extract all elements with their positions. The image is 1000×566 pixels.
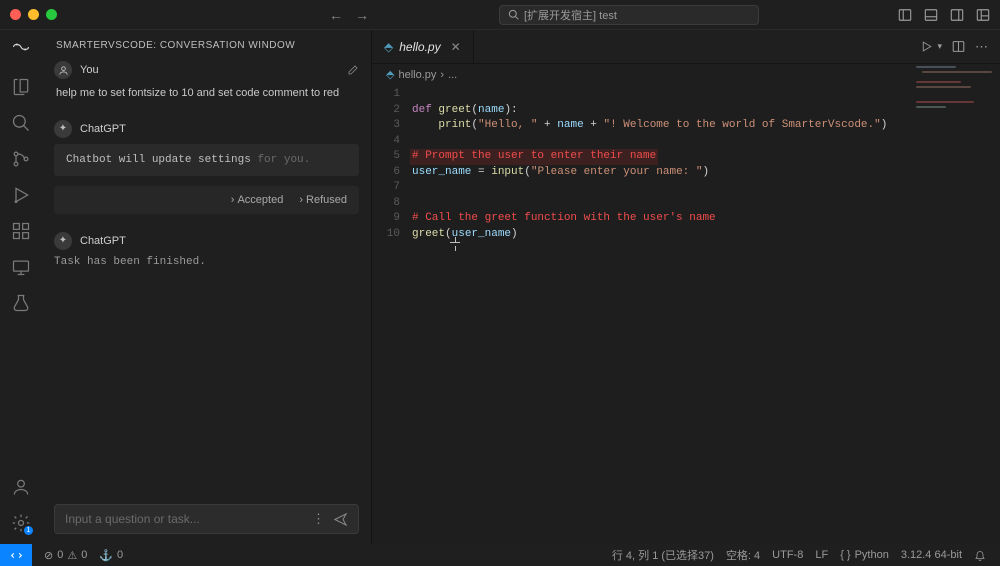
bot-response-box: Chatbot will update settings for you. xyxy=(54,144,359,176)
run-dropdown-icon[interactable]: ▾ xyxy=(937,41,942,52)
titlebar-actions xyxy=(898,8,990,22)
bot-response-prefix: Chatbot will update settings xyxy=(66,154,257,166)
problems-status[interactable]: ⊘0 ⚠0 xyxy=(38,549,93,562)
remote-explorer-icon[interactable] xyxy=(10,256,32,278)
tab-filename: hello.py xyxy=(399,40,440,54)
breadcrumb-tail: ... xyxy=(448,69,457,81)
tab-hello[interactable]: ⬘ hello.py ✕ xyxy=(372,30,474,63)
nav-back-icon[interactable]: ← xyxy=(329,7,343,23)
user-avatar-icon xyxy=(54,61,72,79)
user-name-label: You xyxy=(80,64,99,76)
python-interpreter[interactable]: 3.12.4 64-bit xyxy=(895,547,968,563)
bot-finished-block: ✦ ChatGPT Task has been finished. xyxy=(54,232,359,268)
search-activity-icon[interactable] xyxy=(10,112,32,134)
indent-status[interactable]: 空格: 4 xyxy=(720,547,766,563)
braces-icon: { } xyxy=(840,549,850,561)
warning-icon: ⚠ xyxy=(67,549,77,562)
accepted-button[interactable]: ›Accepted xyxy=(231,194,284,206)
editor-area: ⬘ hello.py ✕ ▾ ⋯ ⬘ hello.py › ... 123456… xyxy=(372,30,1000,544)
layout-secondary-icon[interactable] xyxy=(950,8,964,22)
maximize-window[interactable] xyxy=(46,9,57,20)
chat-input[interactable] xyxy=(65,512,304,526)
layout-primary-icon[interactable] xyxy=(898,8,912,22)
statusbar: ⊘0 ⚠0 ⚓0 行 4, 列 1 (已选择37) 空格: 4 UTF-8 LF… xyxy=(0,544,1000,566)
line-gutter: 12345678910 xyxy=(372,87,412,242)
error-icon: ⊘ xyxy=(44,549,53,562)
finished-text: Task has been finished. xyxy=(54,256,359,268)
split-editor-icon[interactable] xyxy=(952,40,965,53)
remote-indicator[interactable] xyxy=(0,544,32,566)
account-icon[interactable] xyxy=(10,476,32,498)
explorer-icon[interactable] xyxy=(10,76,32,98)
minimize-window[interactable] xyxy=(28,9,39,20)
command-center[interactable]: [扩展开发宿主] test xyxy=(499,5,759,25)
ports-status[interactable]: ⚓0 xyxy=(93,549,129,562)
conversation-scroll: You help me to set fontsize to 10 and se… xyxy=(42,61,371,494)
refused-button[interactable]: ›Refused xyxy=(299,194,347,206)
bot-response-suffix: for you. xyxy=(257,154,310,166)
bot-avatar-icon: ✦ xyxy=(54,232,72,250)
close-window[interactable] xyxy=(10,9,21,20)
testing-icon[interactable] xyxy=(10,292,32,314)
chat-input-row: ⋮ xyxy=(42,494,371,544)
nav-arrows: ← → xyxy=(329,7,369,23)
response-actions: ›Accepted ›Refused xyxy=(54,186,359,214)
window-controls xyxy=(10,9,57,20)
search-icon xyxy=(508,9,519,20)
customize-layout-icon[interactable] xyxy=(976,8,990,22)
user-message-text: help me to set fontsize to 10 and set co… xyxy=(54,85,359,102)
ports-icon: ⚓ xyxy=(99,549,113,562)
search-text: [扩展开发宿主] test xyxy=(524,7,617,23)
breadcrumb-sep: › xyxy=(440,69,444,81)
more-editor-icon[interactable]: ⋯ xyxy=(975,39,988,55)
chat-input-box[interactable]: ⋮ xyxy=(54,504,359,534)
breadcrumb-file: hello.py xyxy=(398,69,436,81)
send-icon[interactable] xyxy=(333,512,348,527)
extensions-icon[interactable] xyxy=(10,220,32,242)
bot-name-label: ChatGPT xyxy=(80,123,126,135)
python-file-icon: ⬘ xyxy=(386,68,394,81)
editor-tabbar: ⬘ hello.py ✕ ▾ ⋯ xyxy=(372,30,1000,64)
tab-close-icon[interactable]: ✕ xyxy=(451,40,461,54)
caret-icon: › xyxy=(299,194,303,206)
editor-actions: ▾ ⋯ xyxy=(920,30,1000,63)
minimap[interactable] xyxy=(916,66,996,136)
user-message-block: You help me to set fontsize to 10 and se… xyxy=(54,61,359,102)
caret-icon: › xyxy=(231,194,235,206)
source-control-icon[interactable] xyxy=(10,148,32,170)
run-debug-icon[interactable] xyxy=(10,184,32,206)
bot-avatar-icon: ✦ xyxy=(54,120,72,138)
sidebar-title: SMARTERVSCODE: CONVERSATION WINDOW xyxy=(42,30,371,61)
code-editor[interactable]: 12345678910 def greet(name): print("Hell… xyxy=(372,85,1000,242)
python-file-icon: ⬘ xyxy=(384,40,393,54)
nav-forward-icon[interactable]: → xyxy=(355,7,369,23)
settings-badge: 1 xyxy=(24,526,33,535)
eol-status[interactable]: LF xyxy=(809,547,834,563)
extension-logo-icon[interactable] xyxy=(10,36,32,58)
notifications-icon[interactable] xyxy=(968,547,992,563)
activity-bar: 1 xyxy=(0,30,42,544)
titlebar: ← → [扩展开发宿主] test xyxy=(0,0,1000,30)
breadcrumb[interactable]: ⬘ hello.py › ... xyxy=(372,64,1000,85)
main-area: 1 SMARTERVSCODE: CONVERSATION WINDOW You… xyxy=(0,30,1000,544)
encoding-status[interactable]: UTF-8 xyxy=(766,547,809,563)
settings-gear-icon[interactable]: 1 xyxy=(10,512,32,534)
run-icon[interactable] xyxy=(920,40,933,53)
bot-name-label-2: ChatGPT xyxy=(80,235,126,247)
cursor-position[interactable]: 行 4, 列 1 (已选择37) xyxy=(606,547,720,563)
bot-message-block: ✦ ChatGPT Chatbot will update settings f… xyxy=(54,120,359,214)
edit-message-icon[interactable] xyxy=(347,64,359,76)
language-mode[interactable]: { }Python xyxy=(834,547,895,563)
sidebar-panel: SMARTERVSCODE: CONVERSATION WINDOW You h… xyxy=(42,30,372,544)
layout-panel-icon[interactable] xyxy=(924,8,938,22)
code-content[interactable]: def greet(name): print("Hello, " + name … xyxy=(412,87,1000,242)
more-input-icon[interactable]: ⋮ xyxy=(312,511,325,527)
